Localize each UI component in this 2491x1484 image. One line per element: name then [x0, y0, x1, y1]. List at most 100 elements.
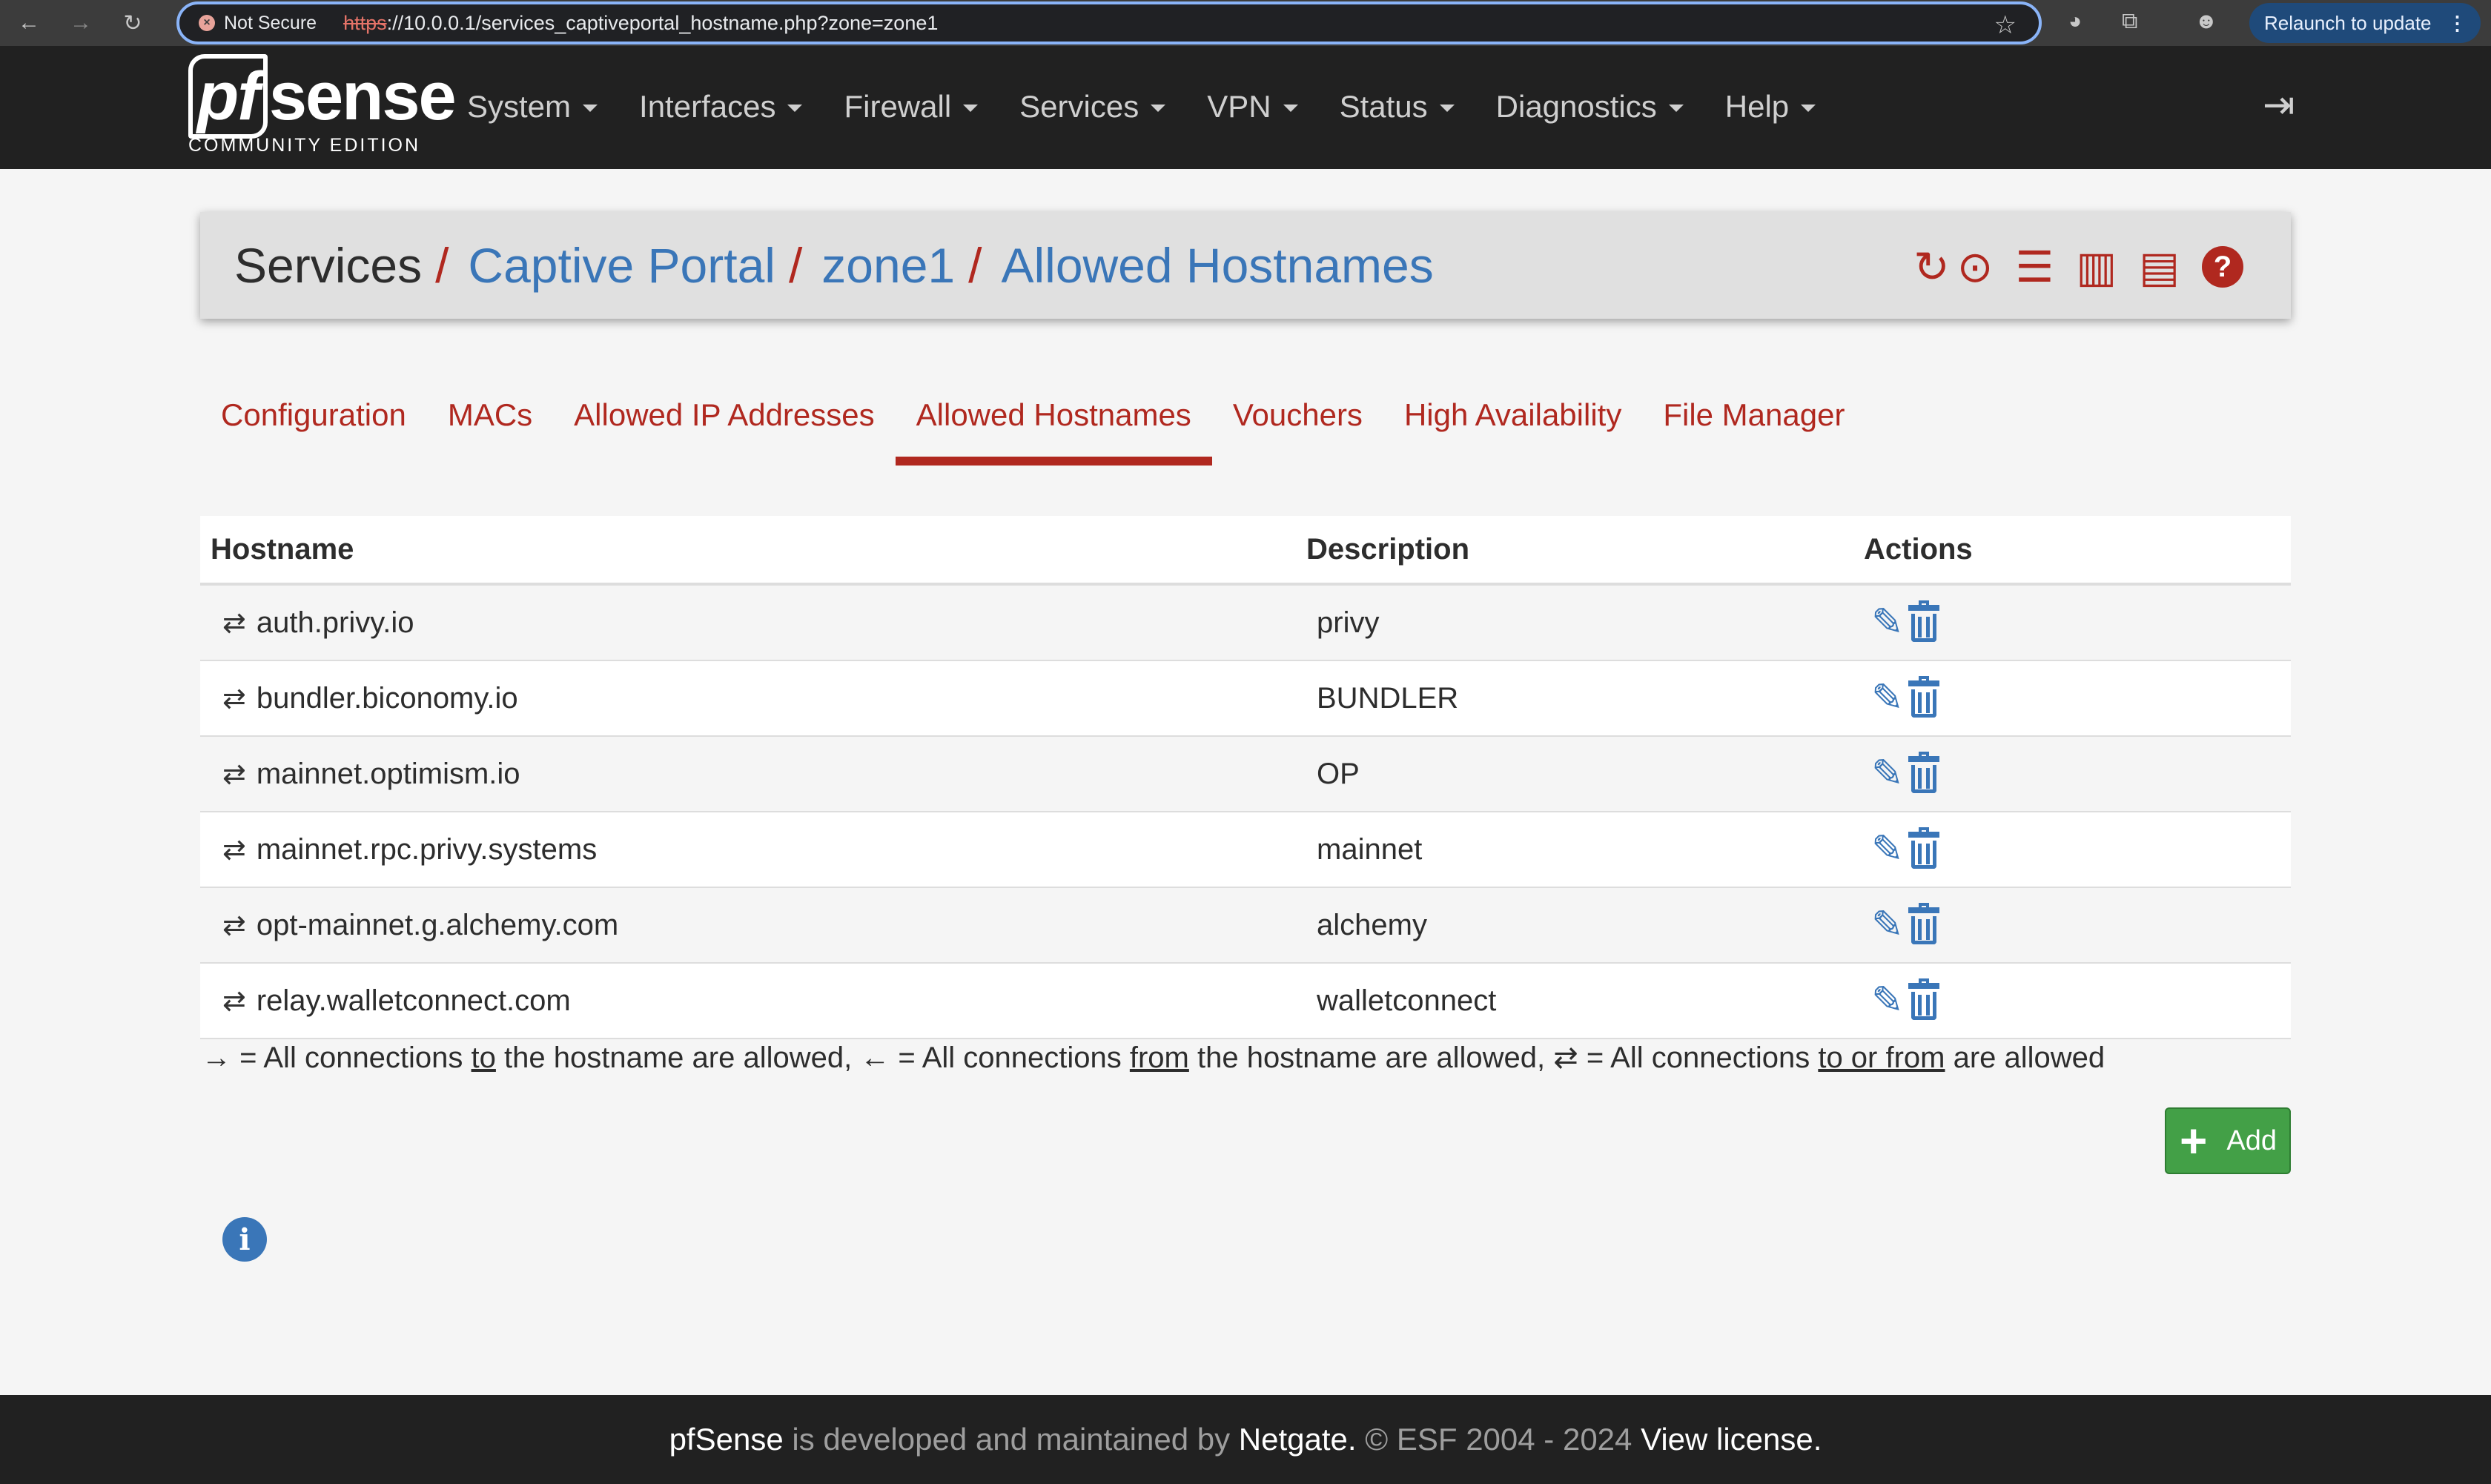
menu-system[interactable]: System — [467, 89, 598, 125]
reload-icon[interactable]: ↻ — [114, 4, 151, 42]
logout-icon[interactable]: ⇥ — [2263, 83, 2295, 127]
menu-label: System — [467, 89, 572, 124]
security-label[interactable]: Not Secure — [224, 13, 317, 34]
menu-status[interactable]: Status — [1340, 89, 1455, 125]
relaunch-button[interactable]: Relaunch to update ⋮ — [2249, 3, 2481, 43]
description-cell: OP — [1317, 757, 1360, 790]
edit-pencil-icon[interactable]: ✎ — [1871, 827, 1904, 872]
log-list-icon[interactable]: ▤ — [2139, 242, 2180, 292]
table-row: ⇄ mainnet.rpc.privy.systems mainnet ✎ — [200, 812, 2291, 888]
menu-services[interactable]: Services — [1019, 89, 1166, 125]
forward-icon[interactable]: → — [62, 4, 99, 42]
restart-icon[interactable]: ↻ — [1913, 242, 1950, 292]
actions-cell: ✎ — [1864, 903, 2291, 947]
description-cell: walletconnect — [1317, 984, 1497, 1017]
tab-high-availability[interactable]: High Availability — [1383, 385, 1642, 448]
footer-brand[interactable]: pfSense — [669, 1422, 784, 1457]
header-description: Description — [1306, 532, 1470, 566]
tab-allowed-hostnames[interactable]: Allowed Hostnames — [895, 385, 1212, 466]
caret-down-icon — [1283, 105, 1298, 112]
delete-trash-icon[interactable] — [1908, 978, 1939, 1020]
direction-both-icon: ⇄ — [222, 985, 246, 1017]
footer-company-link[interactable]: Netgate. — [1239, 1422, 1357, 1457]
legend-emphasis: to — [471, 1041, 496, 1074]
description-cell: alchemy — [1317, 908, 1427, 941]
add-button[interactable]: + Add — [2165, 1107, 2291, 1174]
back-icon[interactable]: ← — [10, 4, 47, 42]
extension-icon[interactable]: ◕ — [2068, 9, 2082, 34]
hostname-cell: ⇄ bundler.biconomy.io — [200, 682, 1306, 715]
bookmark-star-icon[interactable]: ☆ — [1994, 10, 2017, 40]
header-hostname: Hostname — [211, 532, 354, 566]
help-icon[interactable]: ? — [2202, 246, 2243, 288]
footer-text: is developed and maintained by — [783, 1422, 1239, 1457]
breadcrumb-separator: / — [788, 238, 803, 293]
menu-label: Firewall — [844, 89, 952, 124]
top-navbar: pf sense COMMUNITY EDITION System Interfa… — [0, 46, 2491, 169]
tab-allowed-ip-addresses[interactable]: Allowed IP Addresses — [553, 385, 895, 448]
menu-firewall[interactable]: Firewall — [844, 89, 979, 125]
table-row: ⇄ bundler.biconomy.io BUNDLER ✎ — [200, 661, 2291, 737]
edit-pencil-icon[interactable]: ✎ — [1871, 752, 1904, 796]
legend-text: = All connections — [1578, 1041, 1819, 1074]
url-text[interactable]: https://10.0.0.1/services_captiveportal_… — [343, 12, 938, 35]
arrow-right-icon: → — [202, 1041, 231, 1074]
table-row: ⇄ opt-mainnet.g.alchemy.com alchemy ✎ — [200, 888, 2291, 964]
menu-label: Interfaces — [639, 89, 776, 124]
menu-diagnostics[interactable]: Diagnostics — [1496, 89, 1684, 125]
legend-text: the hostname are allowed, — [1188, 1041, 1554, 1074]
tab-macs[interactable]: MACs — [427, 385, 553, 448]
profile-avatar-icon[interactable]: ☻ — [2194, 9, 2218, 34]
hostname-cell: ⇄ opt-mainnet.g.alchemy.com — [200, 909, 1306, 942]
settings-sliders-icon[interactable]: ☰ — [2015, 242, 2054, 292]
tab-configuration[interactable]: Configuration — [200, 385, 427, 448]
breadcrumb-zone1[interactable]: zone1 — [821, 237, 955, 294]
footer: pfSense is developed and maintained by N… — [0, 1395, 2491, 1484]
bar-chart-icon[interactable]: ▥ — [2076, 242, 2117, 292]
breadcrumb-panel: Services / Captive Portal / zone1 / Allo… — [200, 212, 2291, 319]
breadcrumb-separator: / — [968, 238, 982, 293]
breadcrumb-separator: / — [435, 238, 449, 293]
edit-pencil-icon[interactable]: ✎ — [1871, 903, 1904, 947]
menu-label: VPN — [1207, 89, 1271, 124]
breadcrumb-services: Services — [234, 238, 423, 293]
hostname-cell: ⇄ mainnet.rpc.privy.systems — [200, 833, 1306, 867]
info-icon[interactable]: i — [222, 1217, 267, 1262]
legend-text: = All connections — [231, 1041, 472, 1074]
tab-file-manager[interactable]: File Manager — [1642, 385, 1865, 448]
breadcrumb-captive-portal[interactable]: Captive Portal — [468, 237, 775, 294]
address-bar[interactable]: × Not Secure https://10.0.0.1/services_c… — [176, 1, 2042, 44]
url-scheme: https — [343, 11, 387, 34]
delete-trash-icon[interactable] — [1908, 903, 1939, 944]
caret-down-icon — [787, 105, 803, 112]
actions-cell: ✎ — [1864, 978, 2291, 1023]
delete-trash-icon[interactable] — [1908, 827, 1939, 869]
menu-interfaces[interactable]: Interfaces — [639, 89, 803, 125]
menu-label: Status — [1339, 89, 1428, 124]
edit-pencil-icon[interactable]: ✎ — [1871, 600, 1904, 645]
actions-cell: ✎ — [1864, 600, 2291, 645]
menu-label: Diagnostics — [1495, 89, 1657, 124]
tab-vouchers[interactable]: Vouchers — [1212, 385, 1383, 448]
edit-pencil-icon[interactable]: ✎ — [1871, 676, 1904, 721]
add-button-label: Add — [2226, 1124, 2277, 1156]
delete-trash-icon[interactable] — [1908, 752, 1939, 793]
hostnames-table: Hostname Description Actions ⇄ auth.privy… — [200, 516, 2291, 1039]
puzzle-icon[interactable]: ⧉ — [2122, 9, 2137, 34]
breadcrumb-allowed-hostnames[interactable]: Allowed Hostnames — [1001, 237, 1433, 294]
pfsense-logo[interactable]: pf sense COMMUNITY EDITION — [188, 54, 457, 156]
menu-vpn[interactable]: VPN — [1207, 89, 1298, 125]
delete-trash-icon[interactable] — [1908, 676, 1939, 718]
stop-icon[interactable]: ⊙ — [1957, 242, 1994, 292]
direction-both-icon: ⇄ — [222, 607, 246, 639]
actions-cell: ✎ — [1864, 827, 2291, 872]
hostname-cell: ⇄ relay.walletconnect.com — [200, 984, 1306, 1018]
menu-help[interactable]: Help — [1725, 89, 1816, 125]
plus-icon: + — [2180, 1114, 2208, 1167]
delete-trash-icon[interactable] — [1908, 600, 1939, 642]
footer-license-link[interactable]: View license. — [1641, 1422, 1822, 1457]
legend-text: = All connections — [890, 1041, 1130, 1074]
caret-down-icon — [1151, 105, 1166, 112]
shortcut-icons: ↻ ⊙ ☰ ▥ ▤ ? — [1891, 242, 2243, 292]
edit-pencil-icon[interactable]: ✎ — [1871, 978, 1904, 1023]
